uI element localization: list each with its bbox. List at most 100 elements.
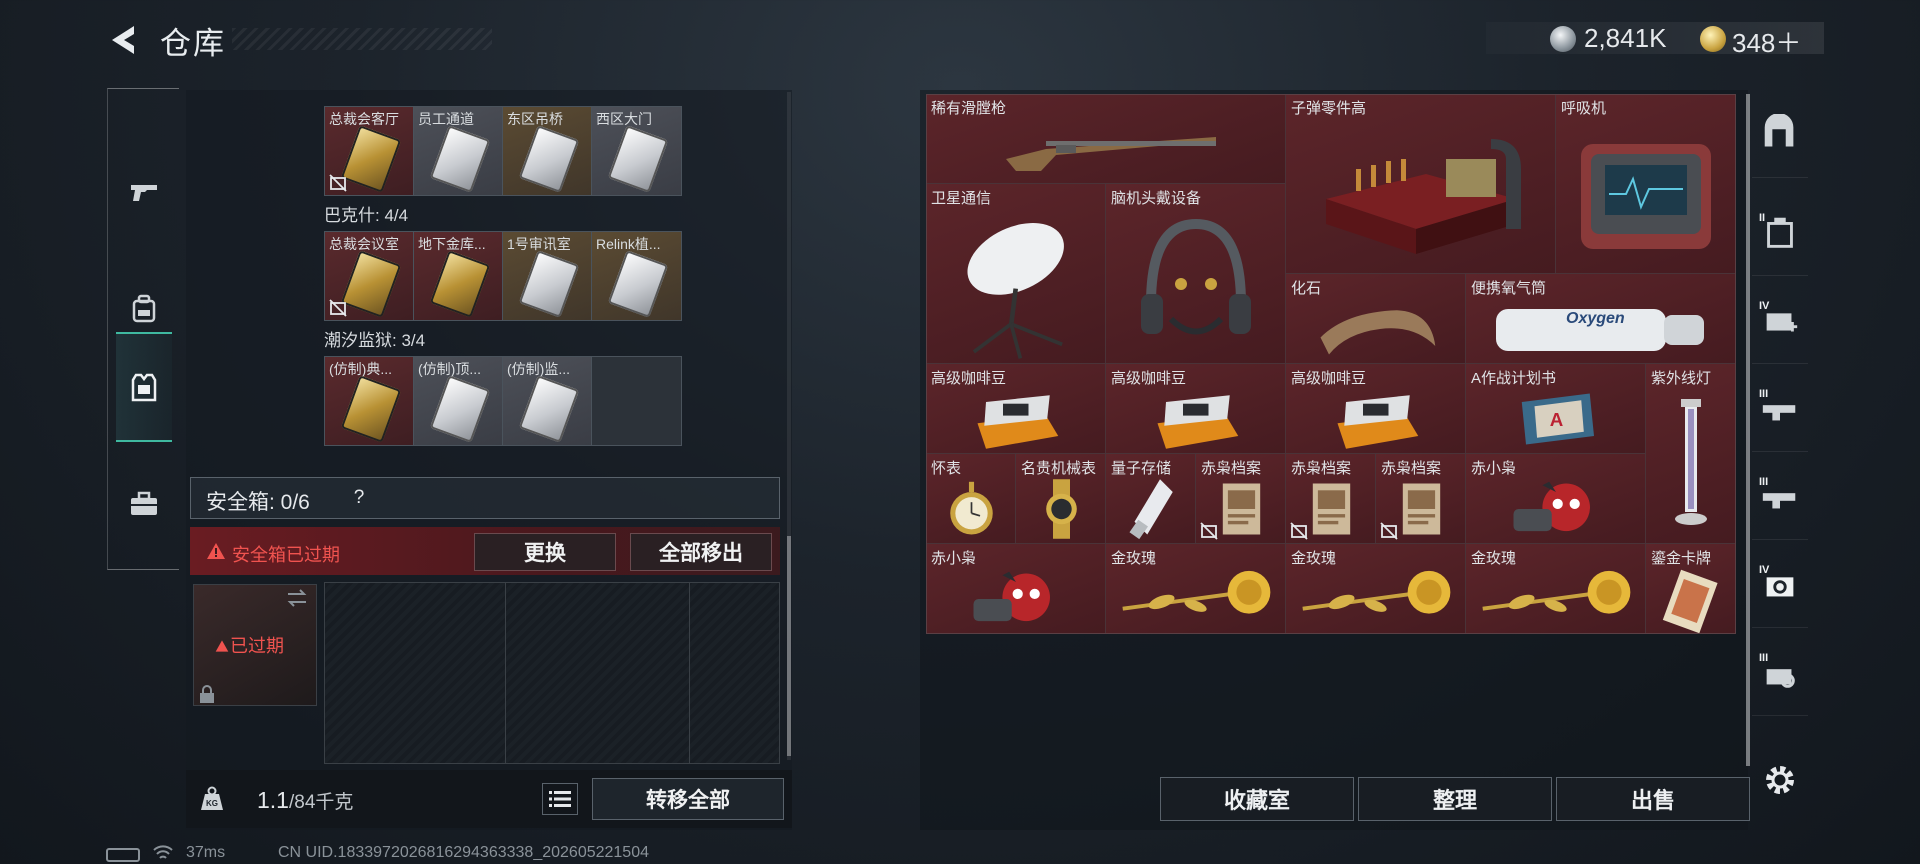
rose-icon xyxy=(1113,565,1278,633)
inventory-item[interactable]: 鎏金卡牌 xyxy=(1646,544,1736,634)
item-label: 赤小枭 xyxy=(1471,460,1517,477)
key-card-row: 总裁会议室 地下金库... 1号审讯室 Relink植... xyxy=(324,231,682,321)
key-card-row: (仿制)典... (仿制)顶... (仿制)监... xyxy=(324,356,682,446)
key-card[interactable]: (仿制)典... xyxy=(325,357,414,445)
storage-tab[interactable]: IV xyxy=(1752,548,1808,628)
backpack-tab-icon: II xyxy=(1759,212,1801,259)
book-icon: A xyxy=(1509,385,1603,453)
inventory-item[interactable]: 怀表 xyxy=(926,454,1016,544)
key-card-label: 总裁会客厅 xyxy=(329,111,399,127)
item-label: 高级咖啡豆 xyxy=(931,370,1007,387)
item-label: 赤小枭 xyxy=(931,550,977,567)
key-card[interactable]: 总裁会客厅 xyxy=(325,107,414,195)
inventory-item[interactable]: 赤小枭 xyxy=(1466,454,1646,544)
inventory-item[interactable]: 赤枭档案 xyxy=(1196,454,1286,544)
key-group-title: 巴克什: 4/4 xyxy=(324,206,409,225)
tab-vest[interactable] xyxy=(116,332,172,442)
item-label: 稀有滑膛枪 xyxy=(931,100,1007,117)
inventory-item[interactable]: 名贵机械表 xyxy=(1016,454,1106,544)
inventory-item[interactable]: 赤枭档案 xyxy=(1376,454,1466,544)
transfer-all-button[interactable]: 转移全部 xyxy=(592,778,784,820)
ping-value: 37ms xyxy=(186,844,226,861)
keycard-image xyxy=(429,250,491,318)
key-group-title: 潮汐监狱: 3/4 xyxy=(324,331,426,350)
key-card-label: Relink植... xyxy=(596,236,661,252)
oxygen-icon: Oxygen xyxy=(1486,299,1716,359)
storage-tab[interactable]: III xyxy=(1752,372,1808,452)
key-card-label: 总裁会议室 xyxy=(329,236,399,252)
inventory-item[interactable]: 高级咖啡豆 xyxy=(1286,364,1466,454)
collection-room-button[interactable]: 收藏室 xyxy=(1160,777,1354,821)
storage-tab[interactable]: II xyxy=(1752,196,1808,276)
replace-button[interactable]: 更换 xyxy=(474,533,616,571)
left-category-tabs xyxy=(107,88,179,570)
storage-tab[interactable]: III xyxy=(1752,636,1808,716)
inventory-item[interactable]: 赤枭档案 xyxy=(1286,454,1376,544)
inventory-item[interactable]: 呼吸机 xyxy=(1556,94,1736,274)
inventory-item[interactable]: 高级咖啡豆 xyxy=(1106,364,1286,454)
move-all-out-button[interactable]: 全部移出 xyxy=(630,533,772,571)
item-label: 名贵机械表 xyxy=(1021,460,1097,477)
safe-box-slots[interactable] xyxy=(324,582,780,764)
vest-icon xyxy=(131,373,157,402)
key-card[interactable]: 员工通道 xyxy=(414,107,503,195)
inventory-item[interactable]: 脑机头戴设备 xyxy=(1106,184,1286,364)
inventory-item[interactable]: 稀有滑膛枪 xyxy=(926,94,1286,184)
owl-icon xyxy=(1505,475,1607,543)
keycard-image xyxy=(429,375,491,443)
tab-level-label: III xyxy=(1759,388,1769,400)
item-label: 呼吸机 xyxy=(1561,100,1607,117)
inventory-item[interactable]: 子弹零件高 xyxy=(1286,94,1556,274)
no-trade-icon xyxy=(1380,522,1398,540)
musket-icon xyxy=(986,119,1226,179)
left-scrollbar-thumb[interactable] xyxy=(787,536,791,756)
rose-icon xyxy=(1473,565,1638,633)
empty-key-slot[interactable] xyxy=(592,357,681,445)
storage-tab[interactable] xyxy=(1752,98,1808,178)
keycard-image xyxy=(429,125,491,193)
file-icon xyxy=(1216,475,1267,543)
key-card[interactable]: 总裁会议室 xyxy=(325,232,414,320)
silver-coin-value[interactable]: 2,841K xyxy=(1584,23,1666,54)
item-label: 赤枭档案 xyxy=(1291,460,1352,477)
inventory-item[interactable]: 高级咖啡豆 xyxy=(926,364,1106,454)
inventory-item[interactable]: 卫星通信 xyxy=(926,184,1106,364)
sell-button[interactable]: 出售 xyxy=(1556,777,1750,821)
key-card-label: 东区吊桥 xyxy=(507,111,563,127)
inventory-item[interactable]: 紫外线灯 xyxy=(1646,364,1736,544)
tab-level-label: IV xyxy=(1759,300,1770,312)
key-card[interactable]: 东区吊桥 xyxy=(503,107,592,195)
sort-button[interactable]: 整理 xyxy=(1358,777,1552,821)
settings-gear-icon[interactable] xyxy=(1760,760,1800,800)
inventory-item[interactable]: 赤小枭 xyxy=(926,544,1106,634)
help-icon[interactable]: ? xyxy=(346,485,372,511)
key-card[interactable]: (仿制)顶... xyxy=(414,357,503,445)
headset-icon xyxy=(1131,209,1261,359)
key-card[interactable]: Relink植... xyxy=(592,232,681,320)
gold-coin-value[interactable]: 348＋ xyxy=(1732,23,1801,60)
inventory-item[interactable]: 量子存储 xyxy=(1106,454,1196,544)
key-card[interactable]: 1号审讯室 xyxy=(503,232,592,320)
inventory-item[interactable]: 金玫瑰 xyxy=(1286,544,1466,634)
battery-icon xyxy=(106,848,140,862)
inventory-item[interactable]: 便携氧气筒 Oxygen xyxy=(1466,274,1736,364)
storage-tab[interactable]: III xyxy=(1752,460,1808,540)
inventory-item[interactable]: 金玫瑰 xyxy=(1106,544,1286,634)
key-card[interactable]: 西区大门 xyxy=(592,107,681,195)
swap-icon[interactable] xyxy=(284,588,310,608)
right-scrollbar-thumb[interactable] xyxy=(1746,94,1750,766)
camera-tab-icon: IV xyxy=(1759,564,1801,611)
list-view-icon[interactable] xyxy=(542,783,578,815)
back-arrow-icon[interactable] xyxy=(104,20,144,60)
tab-toolbox[interactable] xyxy=(116,449,172,559)
tab-weapons[interactable] xyxy=(116,137,172,247)
storage-tab[interactable]: IV xyxy=(1752,284,1808,364)
weight-kg-icon: KG xyxy=(197,784,227,814)
key-card[interactable]: 地下金库... xyxy=(414,232,503,320)
inventory-item[interactable]: A作战计划书 A xyxy=(1466,364,1646,454)
key-card[interactable]: (仿制)监... xyxy=(503,357,592,445)
inventory-item[interactable]: 化石 xyxy=(1286,274,1466,364)
item-label: 金玫瑰 xyxy=(1471,550,1517,567)
inventory-item[interactable]: 金玫瑰 xyxy=(1466,544,1646,634)
lock-icon xyxy=(198,684,216,704)
